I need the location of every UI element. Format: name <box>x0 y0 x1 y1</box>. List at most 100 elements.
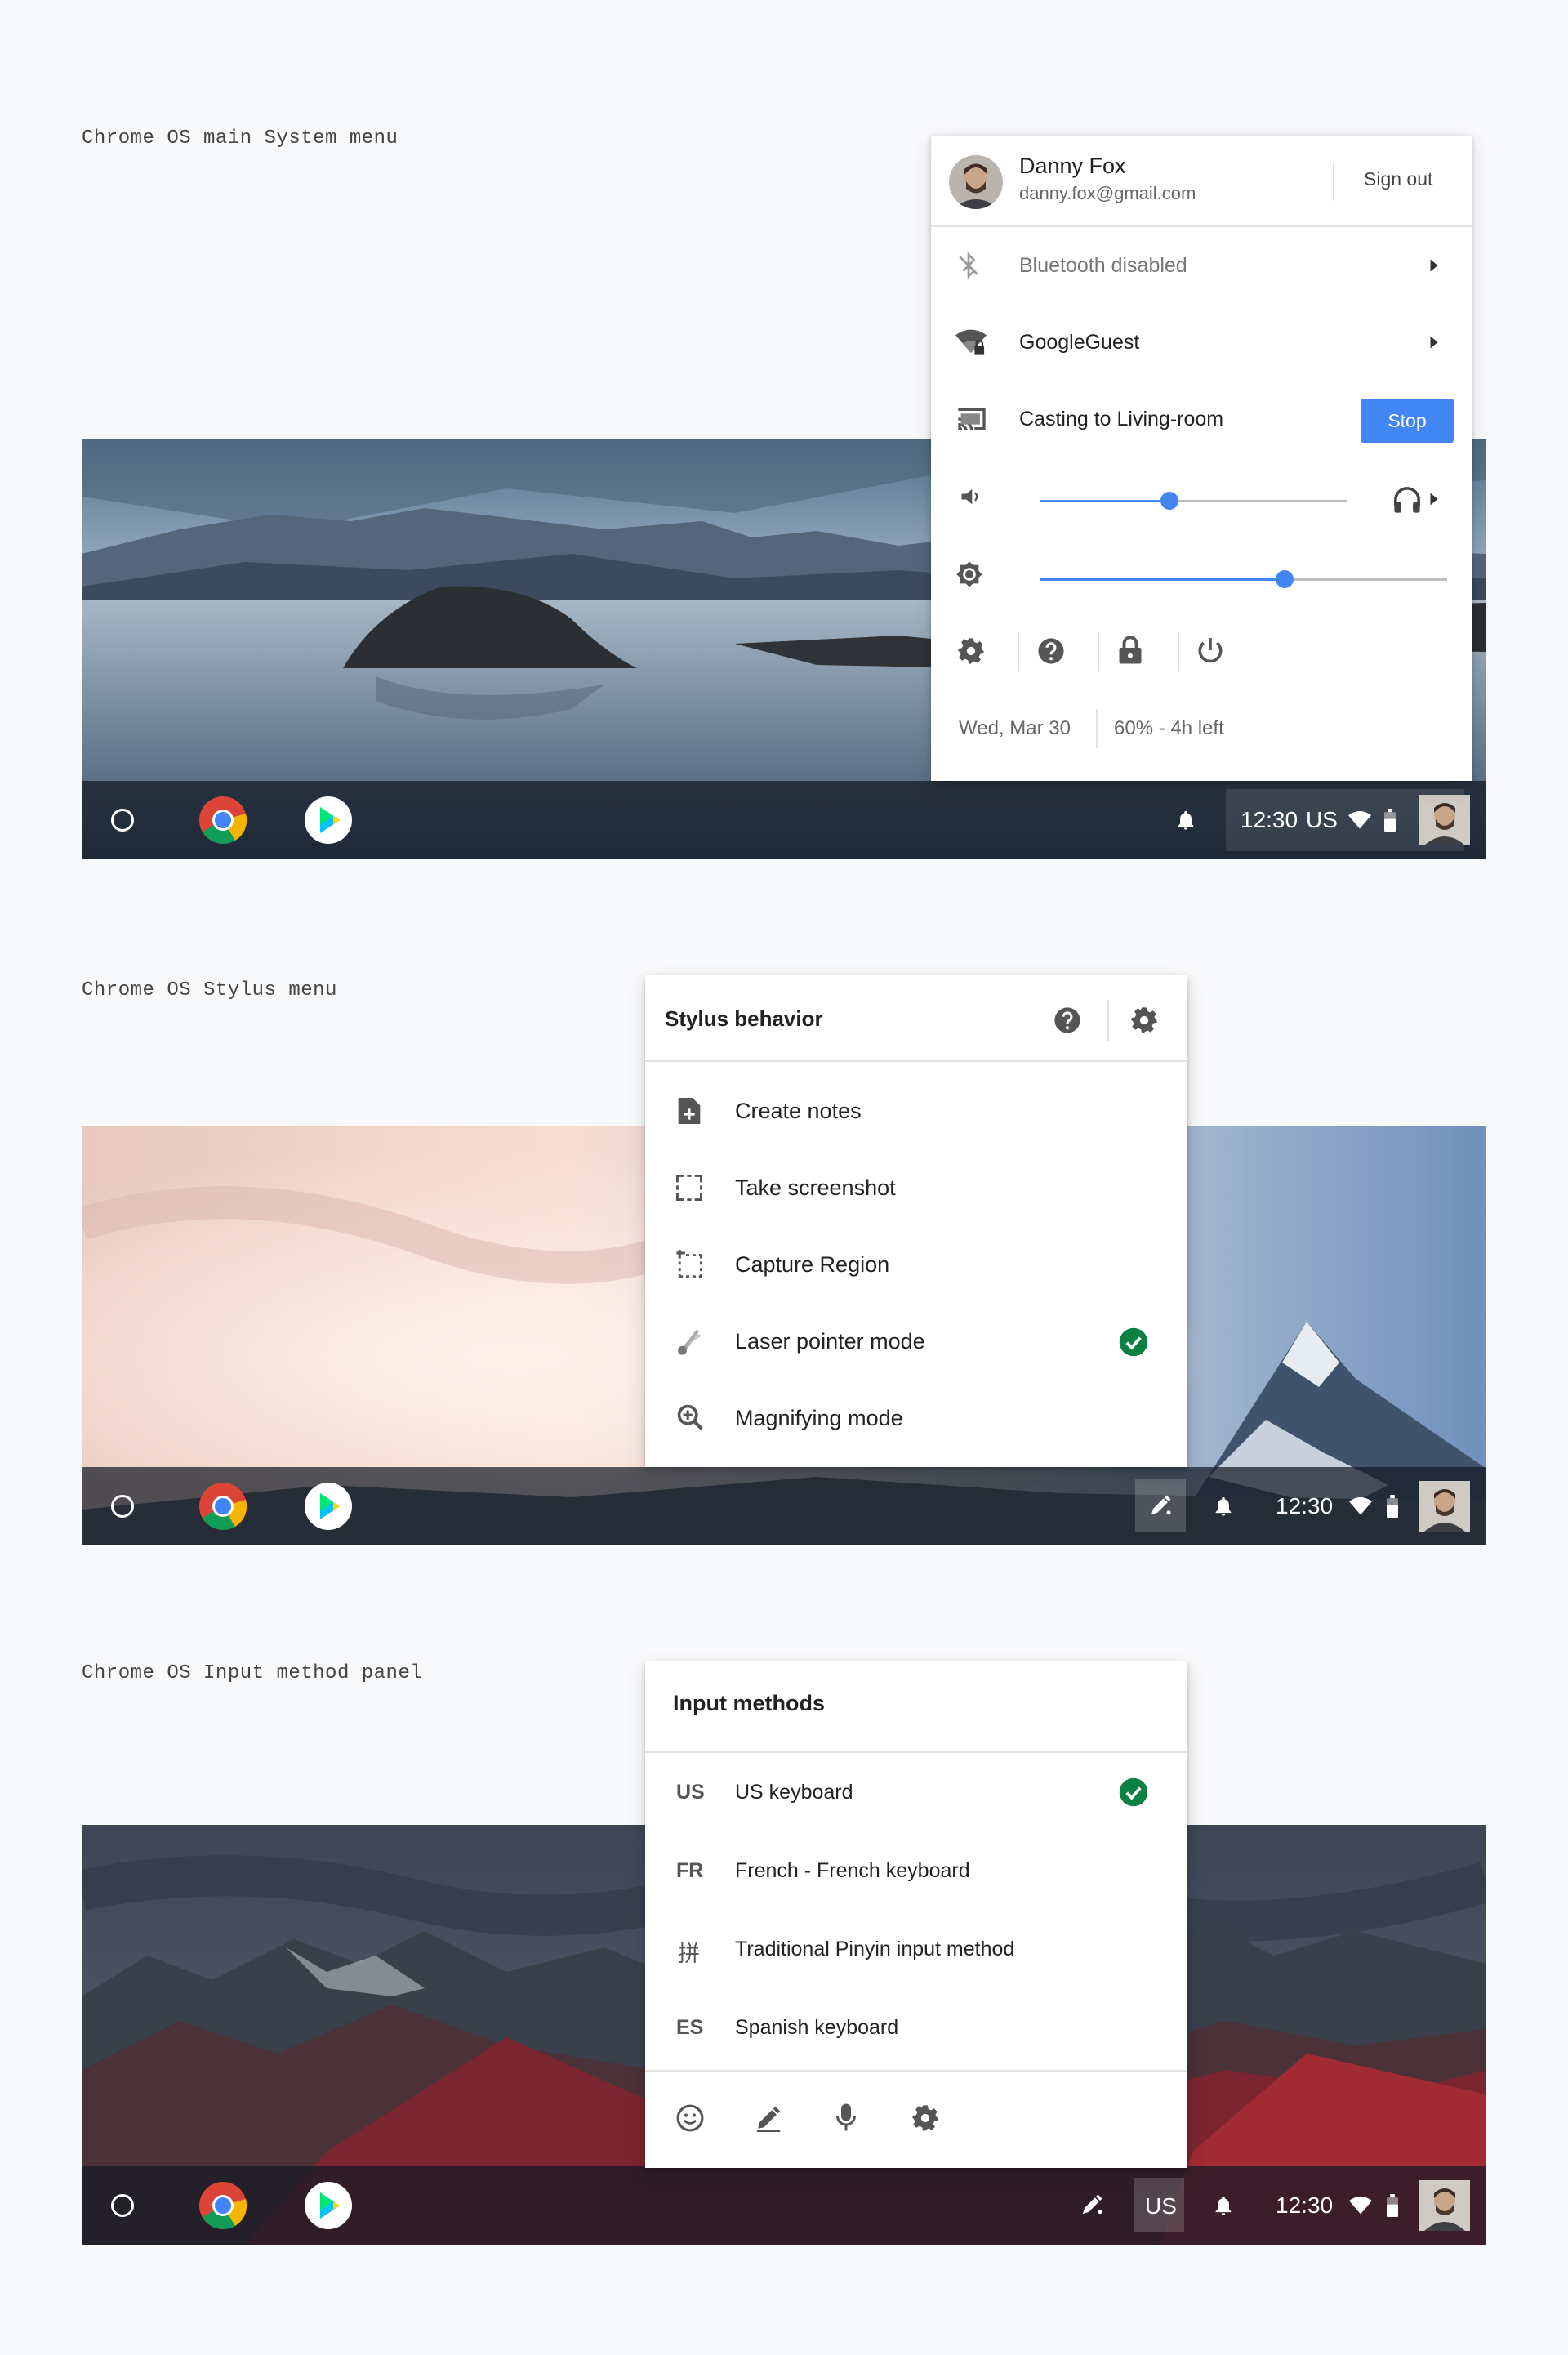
notifications-icon[interactable] <box>1212 2194 1235 2217</box>
shelf: 12:30 <box>82 1467 1486 1545</box>
actions-divider-3 <box>1178 632 1179 671</box>
user-name: Danny Fox <box>1019 154 1126 178</box>
stylus-item-label: Magnifying mode <box>735 1406 903 1430</box>
launcher-button[interactable] <box>111 809 134 832</box>
power-icon[interactable] <box>1196 636 1225 665</box>
shelf: US 12:30 <box>82 2166 1486 2245</box>
stylus-menu: Stylus behavior Create notes Take screen… <box>645 975 1187 1467</box>
screenshot-icon <box>676 1175 702 1201</box>
stylus-tray-button[interactable] <box>1135 1479 1186 1532</box>
stylus-icon[interactable] <box>1080 2192 1104 2217</box>
bluetooth-disabled-icon <box>959 252 978 279</box>
ime-menu-title: Input methods <box>673 1691 825 1715</box>
check-circle-icon <box>1119 1777 1148 1807</box>
stylus-item-laser-pointer[interactable]: Laser pointer mode <box>645 1302 1187 1379</box>
launcher-button[interactable] <box>111 2194 134 2217</box>
stylus-item-take-screenshot[interactable]: Take screenshot <box>645 1149 1187 1225</box>
stylus-item-capture-region[interactable]: Capture Region <box>645 1225 1187 1302</box>
stop-casting-button[interactable]: Stop <box>1361 399 1454 443</box>
ime-actions-row <box>645 2072 1187 2161</box>
ime-tray-button[interactable]: US <box>1134 2178 1184 2232</box>
battery-label: 60% - 4h left <box>1114 717 1224 739</box>
sign-out-button[interactable]: Sign out <box>1364 168 1432 190</box>
status-footer: Wed, Mar 30 60% - 4h left <box>931 689 1472 766</box>
quick-actions-row <box>931 613 1472 689</box>
cast-icon <box>958 408 986 430</box>
clock[interactable]: 12:30 <box>1276 1493 1333 1519</box>
wifi-icon <box>1349 1496 1372 1515</box>
help-icon[interactable] <box>1037 637 1065 665</box>
headphones-icon[interactable] <box>1393 487 1421 513</box>
battery-icon <box>1387 2194 1398 2217</box>
emoji-icon[interactable] <box>676 2104 704 2132</box>
play-store-icon[interactable] <box>304 1482 353 1531</box>
shelf-avatar[interactable] <box>1419 1481 1470 1532</box>
chrome-app-icon[interactable] <box>198 1482 247 1531</box>
footer-divider <box>1096 709 1098 748</box>
system-menu: Danny Fox danny.fox@gmail.com Sign out B… <box>931 136 1472 781</box>
brightness-slider[interactable] <box>1040 570 1447 588</box>
user-email: danny.fox@gmail.com <box>1019 183 1196 203</box>
handwriting-icon[interactable] <box>755 2104 782 2132</box>
help-icon[interactable] <box>1054 1006 1081 1034</box>
shelf: 12:30 US <box>82 781 1486 859</box>
chrome-app-icon[interactable] <box>198 796 247 845</box>
play-store-icon[interactable] <box>304 2181 353 2230</box>
audio-chevron-icon[interactable] <box>1429 492 1439 506</box>
stylus-menu-title: Stylus behavior <box>665 1006 823 1031</box>
ime-indicator: US <box>1306 807 1338 832</box>
stylus-item-label: Laser pointer mode <box>735 1329 925 1354</box>
check-circle-icon <box>1119 1327 1148 1357</box>
section-caption-stylus: Chrome OS Stylus menu <box>82 979 337 1001</box>
date-label[interactable]: Wed, Mar 30 <box>959 717 1071 740</box>
ime-item-pinyin[interactable]: 拼 Traditional Pinyin input method <box>645 1910 1187 1988</box>
network-label: GoogleGuest <box>1019 331 1140 354</box>
stylus-item-label: Take screenshot <box>735 1175 896 1200</box>
ime-code: US <box>676 1781 705 1804</box>
volume-slider[interactable] <box>1040 492 1348 510</box>
title-separator <box>645 1060 1187 1062</box>
ime-label: Spanish keyboard <box>735 2016 899 2039</box>
shelf-avatar[interactable] <box>1419 2180 1470 2231</box>
stylus-item-label: Create notes <box>735 1099 862 1123</box>
stylus-item-magnifying[interactable]: Magnifying mode <box>645 1379 1187 1456</box>
shelf-avatar[interactable] <box>1419 795 1470 845</box>
ime-code: 拼 <box>678 1942 700 1966</box>
bluetooth-row[interactable]: Bluetooth disabled <box>931 227 1472 304</box>
volume-icon[interactable] <box>959 485 982 508</box>
notifications-icon[interactable] <box>1212 1495 1235 1518</box>
cast-row: Casting to Living-room Stop <box>931 381 1472 457</box>
ime-item-us[interactable]: US US keyboard <box>645 1753 1187 1831</box>
network-chevron-icon <box>1430 336 1438 349</box>
note-add-icon <box>678 1098 701 1124</box>
bluetooth-label: Bluetooth disabled <box>1019 254 1187 277</box>
section-caption-system: Chrome OS main System menu <box>82 127 399 149</box>
play-store-icon[interactable] <box>304 796 353 845</box>
launcher-button[interactable] <box>111 1495 134 1518</box>
microphone-icon[interactable] <box>835 2103 858 2132</box>
ime-code: ES <box>676 2016 704 2039</box>
actions-divider-2 <box>1098 632 1099 671</box>
ime-item-fr[interactable]: FR French - French keyboard <box>645 1831 1187 1910</box>
volume-slider-knob[interactable] <box>1160 492 1178 510</box>
clock[interactable]: 12:30 <box>1276 2192 1333 2219</box>
ime-label: Traditional Pinyin input method <box>735 1938 1015 1960</box>
notifications-icon[interactable] <box>1174 809 1197 832</box>
network-row[interactable]: GoogleGuest <box>931 304 1472 381</box>
user-avatar <box>949 155 1003 209</box>
ime-item-es[interactable]: ES Spanish keyboard <box>645 1988 1187 2067</box>
title-divider <box>1107 1000 1109 1041</box>
brightness-row <box>931 536 1472 613</box>
settings-icon[interactable] <box>911 2104 939 2132</box>
brightness-slider-knob[interactable] <box>1275 570 1294 588</box>
settings-icon[interactable] <box>1130 1006 1158 1034</box>
chrome-app-icon[interactable] <box>198 2181 247 2230</box>
brightness-slider-fill <box>1040 578 1285 581</box>
lock-icon[interactable] <box>1117 636 1143 665</box>
battery-icon <box>1387 1495 1398 1518</box>
ime-code: FR <box>676 1859 704 1882</box>
capture-region-icon <box>676 1250 702 1278</box>
settings-icon[interactable] <box>957 637 985 665</box>
stylus-item-create-notes[interactable]: Create notes <box>645 1072 1187 1149</box>
wifi-locked-icon <box>956 329 987 355</box>
